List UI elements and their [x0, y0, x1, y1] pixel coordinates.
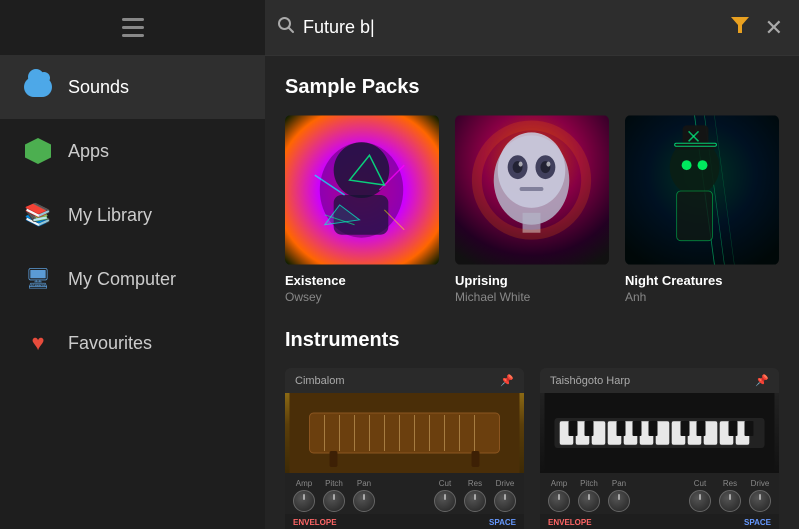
pack-name-uprising: Uprising	[455, 273, 609, 290]
taishogoto-name: Taishōgoto Harp	[550, 375, 630, 387]
hexagon-icon	[24, 137, 52, 165]
pack-name-nightcreatures: Night Creatures	[625, 273, 779, 290]
sample-packs-grid: Existence Owsey	[285, 115, 779, 305]
pack-card-uprising[interactable]: Uprising Michael White	[455, 115, 609, 305]
sidebar-label-sounds: Sounds	[68, 77, 129, 98]
sidebar-item-my-computer[interactable]: 🖥 My Computer	[0, 247, 265, 311]
computer-icon: 🖥	[24, 265, 52, 293]
instrument-card-taishogoto[interactable]: Taishōgoto Harp 📌	[540, 368, 779, 529]
sample-packs-title: Sample Packs	[285, 76, 779, 99]
sidebar-item-apps[interactable]: Apps	[0, 119, 265, 183]
sidebar-header	[0, 8, 265, 55]
pack-artist-existence: Owsey	[285, 290, 439, 306]
sidebar-item-my-library[interactable]: 📚 My Library	[0, 183, 265, 247]
instrument-card-cimbalom[interactable]: Cimbalom 📌	[285, 368, 524, 529]
cloud-icon	[24, 73, 52, 101]
hamburger-menu[interactable]	[122, 18, 144, 37]
sidebar: Sounds Apps 📚 My Library 🖥 My Computer ♥…	[0, 0, 265, 529]
pack-card-existence[interactable]: Existence Owsey	[285, 115, 439, 305]
sidebar-item-sounds[interactable]: Sounds	[0, 55, 265, 119]
sidebar-label-my-computer: My Computer	[68, 269, 176, 290]
taishogoto-image	[540, 393, 779, 473]
heart-icon: ♥	[24, 329, 52, 357]
cimbalom-name: Cimbalom	[295, 375, 345, 387]
sidebar-label-apps: Apps	[68, 141, 109, 162]
pack-artist-nightcreatures: Anh	[625, 290, 779, 306]
pack-image-uprising	[455, 115, 609, 265]
books-icon: 📚	[24, 201, 52, 229]
pack-name-existence: Existence	[285, 273, 439, 290]
cimbalom-pin-icon: 📌	[500, 374, 514, 387]
instruments-grid: Cimbalom 📌	[285, 368, 779, 529]
pack-artist-uprising: Michael White	[455, 290, 609, 306]
cimbalom-header: Cimbalom 📌	[285, 368, 524, 393]
sidebar-label-favourites: Favourites	[68, 333, 152, 354]
main-panel: ✕ Sample Packs	[265, 0, 799, 529]
content-area: Sample Packs	[265, 56, 799, 529]
taishogoto-header: Taishōgoto Harp 📌	[540, 368, 779, 393]
pack-card-nightcreatures[interactable]: Night Creatures Anh	[625, 115, 779, 305]
search-icon	[277, 16, 295, 39]
sidebar-label-my-library: My Library	[68, 205, 152, 226]
pack-image-existence	[285, 115, 439, 265]
search-bar: ✕	[265, 0, 799, 56]
cimbalom-image	[285, 393, 524, 473]
sidebar-item-favourites[interactable]: ♥ Favourites	[0, 311, 265, 375]
filter-button[interactable]	[727, 13, 753, 42]
taishogoto-pin-icon: 📌	[755, 374, 769, 387]
search-input[interactable]	[303, 17, 719, 38]
pack-image-nightcreatures	[625, 115, 779, 265]
instruments-title: Instruments	[285, 329, 779, 352]
close-button[interactable]: ✕	[761, 11, 787, 45]
